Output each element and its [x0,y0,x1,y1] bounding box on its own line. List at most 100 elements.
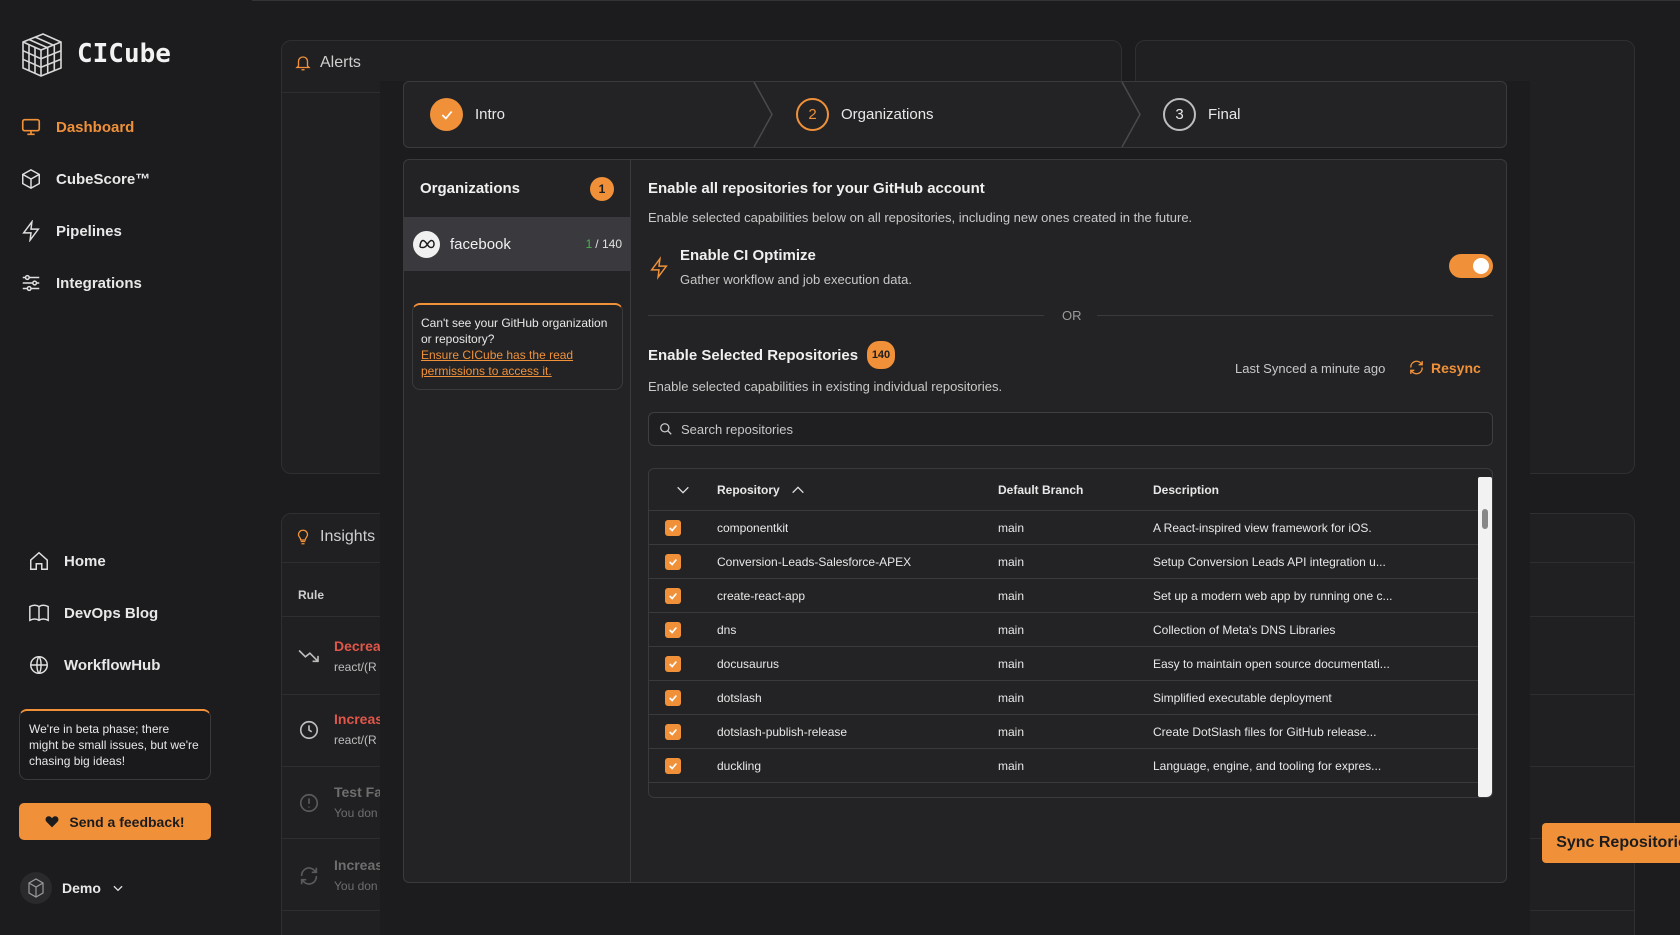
step-organizations[interactable]: 2 Organizations [796,82,934,147]
organizations-title: Organizations [420,180,521,197]
sidebar: CICube Dashboard CubeScore™ Pipelines In… [0,0,252,935]
nav-pipelines-label: Pipelines [56,222,122,240]
insight-title: Decrea [334,638,381,654]
sliders-icon [22,274,40,292]
check-icon [669,626,677,634]
rule-header: Rule [298,588,325,602]
sync-repositories-button[interactable]: Sync Repositories [1542,823,1680,863]
selected-repos-title: Enable Selected Repositories [648,347,859,364]
repo-name: docusaurus [717,656,780,671]
repo-branch: main [998,588,1025,603]
step-final-number: 3 [1163,98,1196,131]
trend-down-icon [298,649,319,663]
nav-workflowhub[interactable]: WorkflowHub [28,654,160,676]
row-checkbox[interactable] [665,757,681,774]
step-final[interactable]: 3 Final [1163,82,1241,147]
row-checkbox[interactable] [665,621,681,638]
row-checkbox[interactable] [665,689,681,706]
select-all-toggle[interactable] [675,469,691,510]
permissions-link[interactable]: Ensure CICube has the read permissions t… [421,347,614,379]
nav-cubescore[interactable]: CubeScore™ [20,168,150,190]
nav-devops-blog[interactable]: DevOps Blog [28,602,158,624]
check-icon [669,728,677,736]
row-checkbox[interactable] [665,519,681,536]
step-intro-label: Intro [475,106,506,123]
step-organizations-number: 2 [796,98,829,131]
send-feedback-button[interactable]: Send a feedback! [19,803,211,840]
avatar-icon [20,872,52,904]
ci-optimize-toggle[interactable] [1449,254,1493,278]
monitor-icon [21,118,41,136]
description-header: Description [1153,482,1220,497]
table-row[interactable]: create-react-app main Set up a modern we… [649,579,1484,613]
table-row[interactable]: dns main Collection of Meta's DNS Librar… [649,613,1484,647]
insights-title: Insights [294,527,375,547]
sort-repository-header[interactable]: Repository [717,469,806,510]
cube-logo-icon [22,33,62,77]
step-final-label: Final [1208,106,1241,123]
repo-description: A React-inspired view framework for iOS. [1153,520,1372,535]
table-scrollbar[interactable] [1478,477,1492,797]
resync-button[interactable]: Resync [1408,359,1481,376]
nav-home-label: Home [64,552,106,570]
step-separator [1121,82,1141,147]
nav-dashboard[interactable]: Dashboard [20,116,134,138]
last-synced-text: Last Synced a minute ago [1235,361,1386,376]
table-row[interactable]: duckling main Language, engine, and tool… [649,749,1484,783]
table-header: Repository Default Branch Description [649,469,1492,511]
user-menu[interactable]: Demo [20,872,125,904]
sync-repositories-label: Sync Repositories [1556,834,1680,851]
check-icon [669,558,677,566]
ci-optimize-title: Enable CI Optimize [680,247,816,264]
row-checkbox[interactable] [665,553,681,570]
search-bar [648,412,1493,446]
org-help-text: Can't see your GitHub organization or re… [421,316,608,346]
check-icon [669,524,677,532]
table-row[interactable]: docusaurus main Easy to maintain open so… [649,647,1484,681]
table-row[interactable]: Conversion-Leads-Salesforce-APEX main Se… [649,545,1484,579]
scrollbar-thumb[interactable] [1482,509,1488,529]
repo-description: Language, engine, and tooling for expres… [1153,758,1382,773]
repo-description: Create DotSlash files for GitHub release… [1153,724,1377,739]
alerts-title-label: Alerts [320,54,361,71]
nav-pipelines[interactable]: Pipelines [20,220,122,242]
repo-name: dotslash-publish-release [717,724,848,739]
nav-workflowhub-label: WorkflowHub [64,656,161,674]
or-label: OR [1062,308,1082,323]
nav-home[interactable]: Home [28,550,106,572]
row-checkbox[interactable] [665,723,681,740]
ci-optimize-description: Gather workflow and job execution data. [680,272,912,287]
lightning-icon [22,220,40,242]
check-icon [669,660,677,668]
send-feedback-label: Send a feedback! [69,813,185,830]
table-row[interactable]: dotslash main Simplified executable depl… [649,681,1484,715]
row-checkbox[interactable] [665,587,681,604]
selected-repos-count-badge: 140 [867,341,895,369]
onboarding-stepper: Intro 2 Organizations 3 Final [403,81,1507,148]
repositories-table: Repository Default Branch Description co… [648,468,1493,798]
setup-modal: Organizations 1 facebook 1 / 140 Can't s… [403,159,1680,883]
search-input[interactable] [681,421,1461,437]
nav-dashboard-label: Dashboard [56,118,135,136]
table-row[interactable]: componentkit main A React-inspired view … [649,511,1484,545]
repo-branch: main [998,656,1025,671]
chevron-up-icon [791,485,804,493]
insight-sub: You don [334,879,378,893]
check-icon [669,762,677,770]
insight-sub: react/(R [334,733,377,747]
table-row[interactable]: dotslash-publish-release main Create Dot… [649,715,1484,749]
check-icon [441,110,452,120]
logo[interactable]: CICube [19,30,171,78]
insights-title-label: Insights [320,528,376,545]
clock-icon [299,720,319,740]
beta-notice: We're in beta phase; there might be smal… [19,709,211,780]
org-item-facebook[interactable]: facebook 1 / 140 [404,217,630,271]
enable-all-description: Enable selected capabilities below on al… [648,210,1193,225]
nav-integrations[interactable]: Integrations [20,272,142,294]
meta-logo-icon [413,230,440,258]
org-selected-count: 1 [585,237,593,251]
row-checkbox[interactable] [665,655,681,672]
nav-cubescore-label: CubeScore™ [56,170,151,188]
repo-description: Setup Conversion Leads API integration u… [1153,554,1386,569]
step-intro[interactable]: Intro [430,82,505,147]
